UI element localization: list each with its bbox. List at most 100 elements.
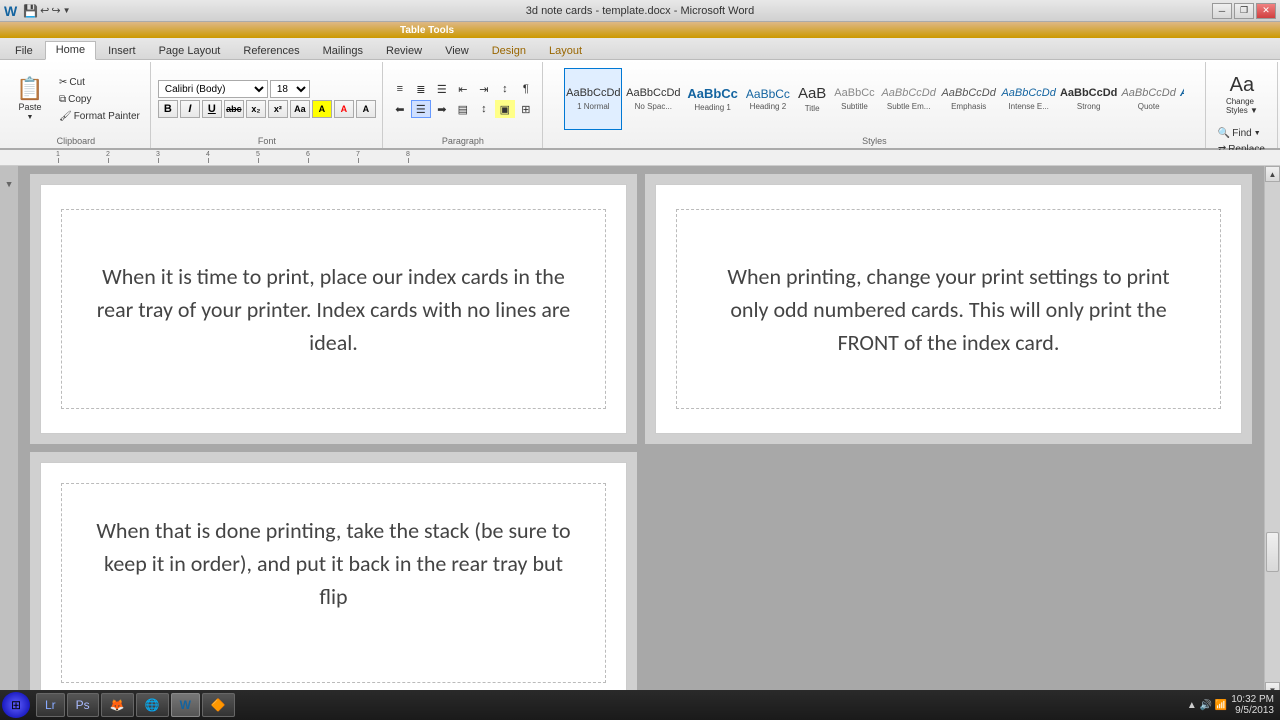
- undo-icon[interactable]: ↩: [40, 4, 49, 17]
- tab-layout[interactable]: Layout: [538, 42, 593, 59]
- strikethrough-button[interactable]: abc: [224, 100, 244, 118]
- cut-button[interactable]: ✂ Cut: [55, 75, 144, 90]
- subscript-button[interactable]: x₂: [246, 100, 266, 118]
- styles-content: AaBbCcDd 1 Normal AaBbCcDd No Spac... Aa…: [564, 64, 1184, 134]
- clear-format-button[interactable]: A: [356, 100, 376, 118]
- save-icon[interactable]: 💾: [23, 4, 38, 18]
- taskbar-lightroom[interactable]: Lr: [36, 693, 65, 717]
- taskbar-right: ▲ 🔊 📶 10:32 PM 9/5/2013: [1187, 694, 1278, 716]
- tab-design[interactable]: Design: [481, 42, 537, 59]
- tab-mailings[interactable]: Mailings: [312, 42, 374, 59]
- style-subtle-em-preview: AaBbCcDd: [881, 87, 935, 100]
- style-title-label: Title: [805, 104, 820, 113]
- change-case-button[interactable]: Aa: [290, 100, 310, 118]
- paste-dropdown[interactable]: ▼: [27, 114, 34, 121]
- document-area[interactable]: When it is time to print, place our inde…: [18, 166, 1264, 698]
- taskbar-photoshop[interactable]: Ps: [67, 693, 99, 717]
- numbering-button[interactable]: ≣: [411, 80, 431, 98]
- change-styles-button[interactable]: Aa ChangeStyles ▼: [1222, 64, 1262, 124]
- paste-label: Paste: [18, 102, 41, 112]
- decrease-indent-button[interactable]: ⇤: [453, 80, 473, 98]
- style-strong-preview: AaBbCcDd: [1060, 87, 1117, 100]
- taskbar: ⊞ Lr Ps 🦊 🌐 W 🔶 ▲ 🔊 📶 10:32 PM 9/5/2013: [0, 690, 1280, 720]
- style-subtle-em[interactable]: AaBbCcDd Subtle Em...: [880, 68, 938, 130]
- font-content: Calibri (Body) 18 B I U abc x₂ x² Aa A A: [158, 64, 376, 134]
- dropdown-icon[interactable]: ▼: [63, 6, 71, 15]
- style-heading1[interactable]: AaBbCc Heading 1: [684, 68, 741, 130]
- page-content: When it is time to print, place our inde…: [30, 174, 1252, 698]
- style-title[interactable]: AaB Title: [795, 68, 829, 130]
- clipboard-group: 📋 Paste ▼ ✂ Cut ⧉ Copy 🖌 Format Painter: [2, 62, 151, 148]
- italic-button[interactable]: I: [180, 100, 200, 118]
- style-heading2[interactable]: AaBbCc Heading 2: [743, 68, 793, 130]
- taskbar-firefox[interactable]: 🦊: [101, 693, 134, 717]
- bold-button[interactable]: B: [158, 100, 178, 118]
- style-normal[interactable]: AaBbCcDd 1 Normal: [564, 68, 622, 130]
- taskbar-word[interactable]: W: [171, 693, 200, 717]
- superscript-button[interactable]: x²: [268, 100, 288, 118]
- font-size-dropdown[interactable]: 18: [270, 80, 310, 98]
- restore-button[interactable]: ❐: [1234, 3, 1254, 19]
- tab-insert[interactable]: Insert: [97, 42, 147, 59]
- context-tab-label: Table Tools: [400, 25, 454, 36]
- sort-button[interactable]: ↕: [495, 80, 515, 98]
- paste-button[interactable]: 📋 Paste ▼: [8, 69, 52, 129]
- start-button[interactable]: ⊞: [2, 692, 30, 718]
- index-card-1[interactable]: When it is time to print, place our inde…: [40, 184, 627, 434]
- scroll-thumb[interactable]: [1266, 532, 1279, 572]
- cut-icon: ✂: [59, 77, 67, 88]
- tab-page-layout[interactable]: Page Layout: [148, 42, 232, 59]
- style-intense-q[interactable]: AaBbCcDd Intense Q...: [1180, 68, 1185, 130]
- find-button[interactable]: 🔍 Find ▼: [1213, 126, 1271, 141]
- style-no-spacing[interactable]: AaBbCcDd No Spac...: [624, 68, 682, 130]
- increase-indent-button[interactable]: ⇥: [474, 80, 494, 98]
- style-strong[interactable]: AaBbCcDd Strong: [1060, 68, 1118, 130]
- show-marks-button[interactable]: ¶: [516, 80, 536, 98]
- line-spacing-button[interactable]: ↕: [474, 100, 494, 118]
- multilevel-list-button[interactable]: ☰: [432, 80, 452, 98]
- style-subtitle[interactable]: AaBbCc Subtitle: [831, 68, 877, 130]
- window-controls: ─ ❐ ✕: [1212, 3, 1276, 19]
- shading-button[interactable]: ▣: [495, 100, 515, 118]
- tab-references[interactable]: References: [232, 42, 310, 59]
- style-emphasis[interactable]: AaBbCcDd Emphasis: [940, 68, 998, 130]
- scroll-up-button[interactable]: ▲: [1265, 166, 1280, 182]
- style-intense-em[interactable]: AaBbCcDd Intense E...: [1000, 68, 1058, 130]
- date: 9/5/2013: [1231, 705, 1274, 716]
- taskbar-vlc[interactable]: 🔶: [202, 693, 235, 717]
- font-name-dropdown[interactable]: Calibri (Body): [158, 80, 268, 98]
- index-card-3[interactable]: When that is done printing, take the sta…: [40, 462, 627, 698]
- underline-button[interactable]: U: [202, 100, 222, 118]
- format-painter-button[interactable]: 🖌 Format Painter: [55, 109, 144, 124]
- bullets-button[interactable]: ≡: [390, 80, 410, 98]
- tab-review[interactable]: Review: [375, 42, 433, 59]
- index-card-2[interactable]: When printing, change your print setting…: [655, 184, 1242, 434]
- card-page-2: When printing, change your print setting…: [645, 174, 1252, 444]
- align-left-button[interactable]: ⬅: [390, 100, 410, 118]
- redo-icon[interactable]: ↪: [51, 4, 60, 17]
- align-center-button[interactable]: ☰: [411, 100, 431, 118]
- left-margin: ▲: [0, 166, 18, 698]
- firefox-icon: 🦊: [110, 698, 125, 712]
- minimize-button[interactable]: ─: [1212, 3, 1232, 19]
- vertical-scrollbar[interactable]: ▲ ▼: [1264, 166, 1280, 698]
- font-label: Font: [258, 134, 276, 146]
- style-quote[interactable]: AaBbCcDd Quote: [1120, 68, 1178, 130]
- tab-file[interactable]: File: [4, 42, 44, 59]
- photoshop-icon: Ps: [76, 698, 90, 712]
- tab-home[interactable]: Home: [45, 41, 96, 60]
- style-subtitle-preview: AaBbCc: [834, 87, 874, 100]
- style-quote-label: Quote: [1138, 102, 1160, 111]
- align-right-button[interactable]: ➡: [432, 100, 452, 118]
- close-button[interactable]: ✕: [1256, 3, 1276, 19]
- style-intense-em-preview: AaBbCcDd: [1001, 87, 1055, 100]
- taskbar-chrome[interactable]: 🌐: [136, 693, 169, 717]
- borders-button[interactable]: ⊞: [516, 100, 536, 118]
- scroll-track[interactable]: [1265, 182, 1280, 682]
- font-color-button[interactable]: A: [334, 100, 354, 118]
- main-area: ▲ When it is time to print, place our in…: [0, 166, 1280, 698]
- justify-button[interactable]: ▤: [453, 100, 473, 118]
- copy-button[interactable]: ⧉ Copy: [55, 92, 144, 107]
- tab-view[interactable]: View: [434, 42, 480, 59]
- text-highlight-button[interactable]: A: [312, 100, 332, 118]
